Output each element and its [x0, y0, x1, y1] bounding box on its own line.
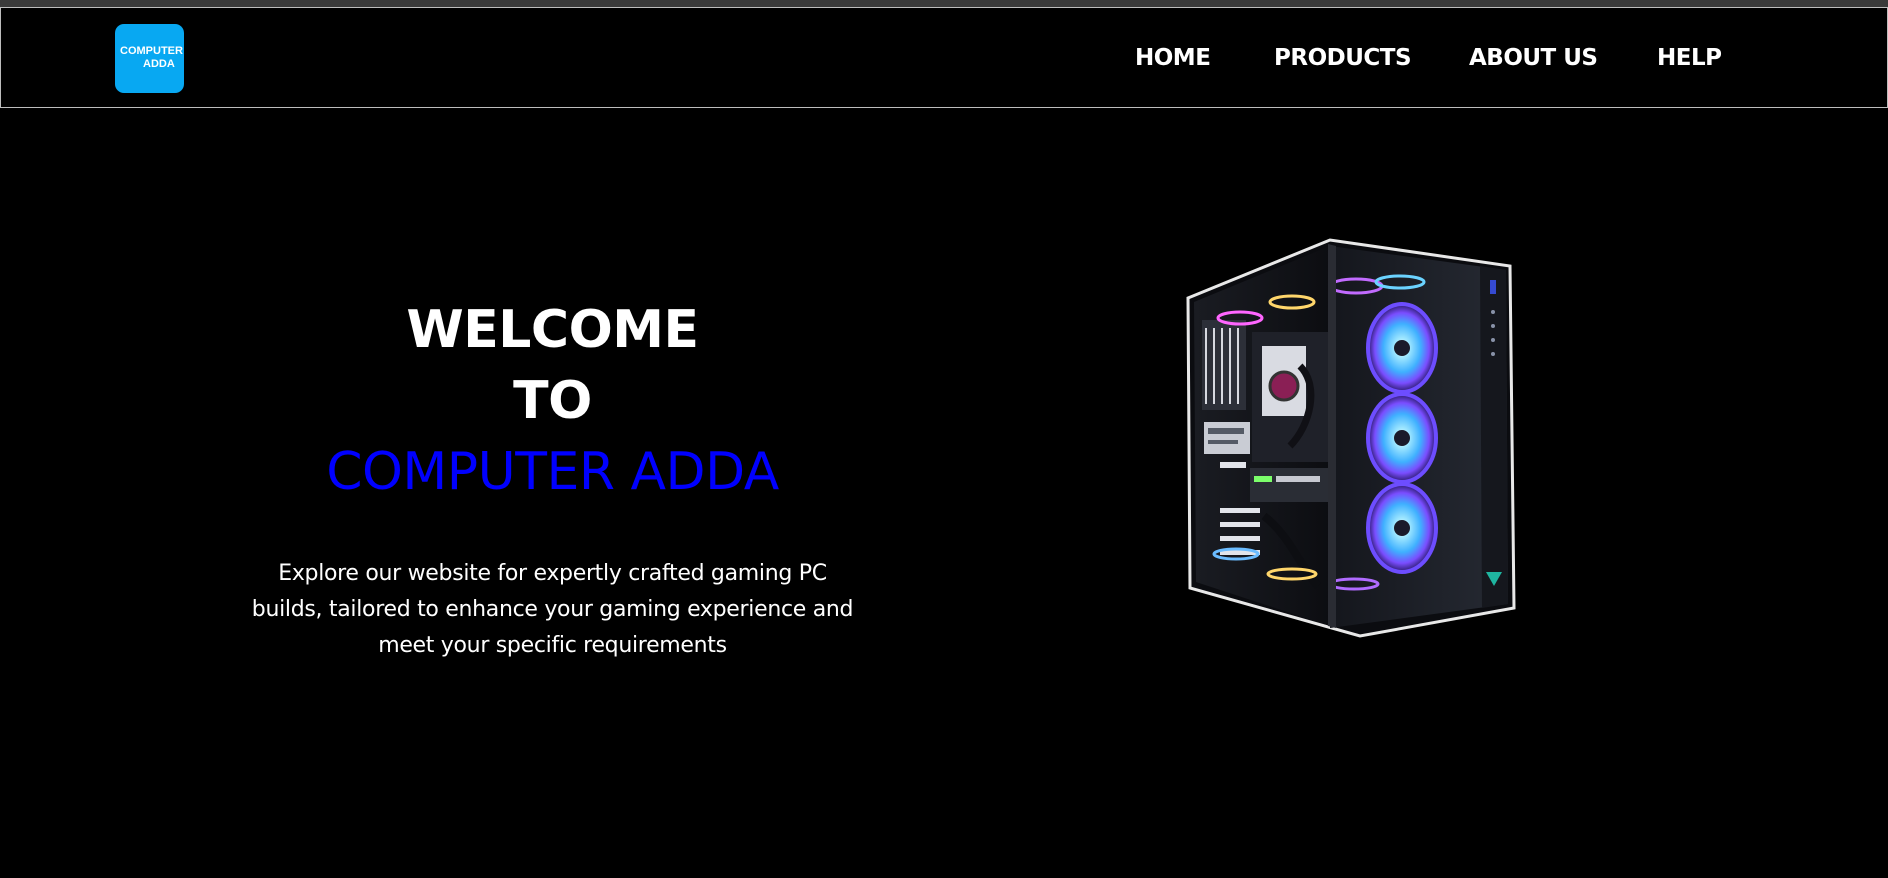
nav-help[interactable]: HELP — [1657, 44, 1722, 72]
nav-home[interactable]: HOME — [1135, 44, 1211, 72]
logo-line-1: COMPUTER — [120, 45, 183, 57]
navbar: COMPUTER ADDA HOME PRODUCTS ABOUT US HEL… — [0, 7, 1888, 108]
tagline-line: builds, tailored to enhance your gaming … — [251, 597, 854, 622]
hero-to: TO — [513, 371, 592, 431]
tagline-line: meet your specific requirements — [378, 633, 727, 658]
tagline-line: Explore our website for expertly crafted… — [278, 561, 827, 586]
nav-about-us[interactable]: ABOUT US — [1469, 44, 1598, 72]
gaming-pc-case-image — [1186, 238, 1516, 638]
hero-brand-name: COMPUTER ADDA — [326, 442, 779, 502]
logo[interactable]: COMPUTER ADDA — [115, 24, 184, 93]
hero-welcome: WELCOME — [406, 300, 699, 360]
hero-tagline: Explore our website for expertly crafted… — [240, 556, 865, 664]
nav-products[interactable]: PRODUCTS — [1274, 44, 1412, 72]
window-top-strip — [0, 0, 1888, 7]
logo-line-2: ADDA — [143, 58, 175, 70]
hero-heading: WELCOME TO COMPUTER ADDA — [240, 295, 865, 508]
